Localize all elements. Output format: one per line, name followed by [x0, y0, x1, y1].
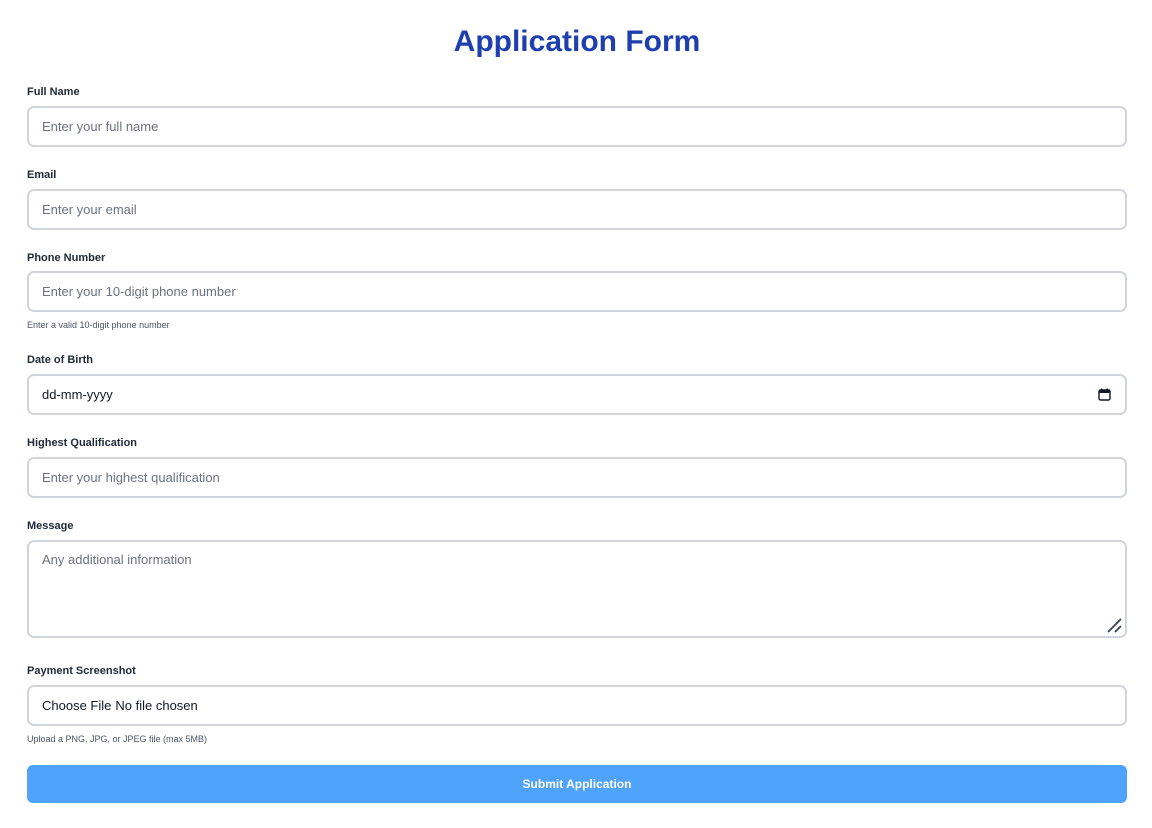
phone-input[interactable] — [27, 271, 1127, 312]
full-name-label: Full Name — [27, 86, 80, 98]
message-label: Message — [27, 520, 74, 532]
resize-handle-icon[interactable] — [1105, 616, 1123, 634]
qualification-input[interactable] — [27, 457, 1127, 498]
payment-label: Payment Screenshot — [27, 665, 136, 677]
email-input[interactable] — [27, 189, 1127, 230]
payment-file-input[interactable]: Choose File No file chosen — [27, 685, 1127, 726]
submit-button[interactable]: Submit Application — [27, 765, 1127, 803]
phone-hint: Enter a valid 10-digit phone number — [27, 320, 170, 330]
qualification-label: Highest Qualification — [27, 437, 138, 449]
payment-hint: Upload a PNG, JPG, or JPEG file (max 5MB… — [27, 734, 208, 744]
dob-value: dd-mm-yyyy — [42, 387, 113, 402]
file-status: No file chosen — [115, 698, 198, 713]
dob-label: Date of Birth — [27, 354, 93, 366]
phone-label: Phone Number — [27, 252, 106, 264]
email-label: Email — [27, 169, 57, 181]
dob-input[interactable]: dd-mm-yyyy — [27, 374, 1127, 415]
message-textarea[interactable] — [27, 540, 1127, 638]
calendar-icon[interactable] — [1098, 388, 1111, 401]
page-title: Application Form — [453, 25, 701, 58]
choose-file-button[interactable]: Choose File — [42, 698, 111, 713]
full-name-input[interactable] — [27, 106, 1127, 147]
